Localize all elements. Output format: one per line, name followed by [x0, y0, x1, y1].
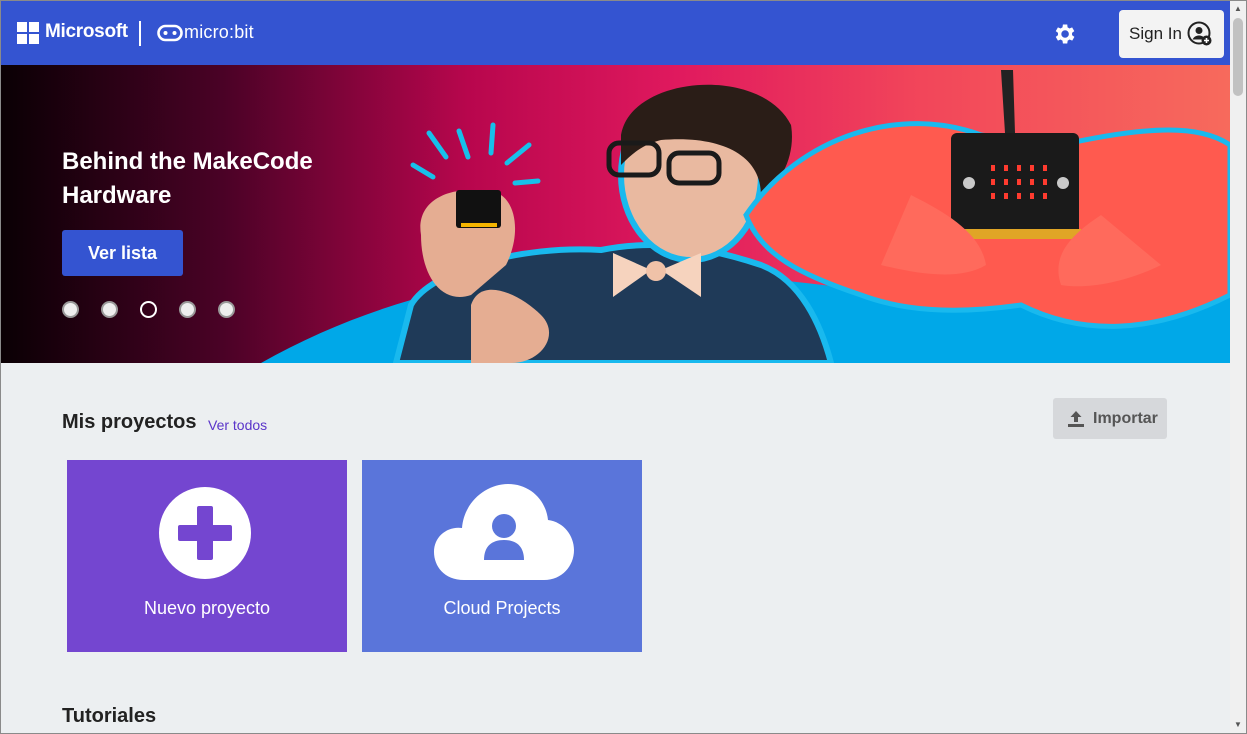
import-label: Importar [1093, 409, 1158, 427]
new-project-label: Nuevo proyecto [143, 598, 271, 618]
import-button[interactable]: Importar [1053, 398, 1167, 439]
carousel-dot-5[interactable] [218, 301, 235, 318]
top-bar: Microsoft micro:bit Sign In [1, 1, 1230, 65]
upload-icon [1068, 410, 1084, 427]
tutorials-heading: Tutoriales [62, 705, 157, 727]
carousel-dots [62, 301, 235, 318]
my-projects-heading: Mis proyectos [62, 411, 197, 433]
cloud-projects-label: Cloud Projects [443, 598, 561, 618]
ver-lista-button[interactable]: Ver lista [62, 230, 183, 276]
scrollbar-thumb[interactable] [1233, 18, 1243, 96]
windows-logo-icon[interactable] [17, 22, 39, 44]
gear-icon[interactable] [1051, 21, 1077, 47]
carousel-dot-2[interactable] [101, 301, 118, 318]
hero-image [1, 65, 1230, 363]
microbit-logo-icon[interactable] [157, 22, 183, 44]
view-all-link[interactable]: Ver todos [208, 417, 267, 433]
microbit-brand[interactable]: micro:bit [184, 22, 254, 43]
carousel-dot-1[interactable] [62, 301, 79, 318]
brand-divider [139, 21, 141, 46]
plus-icon [159, 487, 251, 579]
microsoft-brand[interactable]: Microsoft [45, 21, 128, 43]
carousel-dot-4[interactable] [179, 301, 196, 318]
hero-carousel: Behind the MakeCode Hardware Ver lista [1, 65, 1230, 363]
carousel-dot-3[interactable] [140, 301, 157, 318]
sign-in-button[interactable]: Sign In [1119, 10, 1224, 58]
cloud-projects-card[interactable]: Cloud Projects [362, 460, 642, 652]
vertical-scrollbar[interactable]: ▲ ▼ [1230, 1, 1246, 733]
scroll-down-arrow-icon[interactable]: ▼ [1233, 719, 1243, 731]
cloud-user-icon [434, 484, 574, 580]
scroll-up-arrow-icon[interactable]: ▲ [1233, 3, 1243, 15]
hero-title: Behind the MakeCode Hardware [62, 148, 313, 209]
user-avatar-icon [1187, 21, 1212, 46]
new-project-card[interactable]: Nuevo proyecto [67, 460, 347, 652]
page: Microsoft micro:bit Sign In Behind the M… [1, 1, 1230, 733]
sign-in-label: Sign In [1129, 24, 1182, 43]
